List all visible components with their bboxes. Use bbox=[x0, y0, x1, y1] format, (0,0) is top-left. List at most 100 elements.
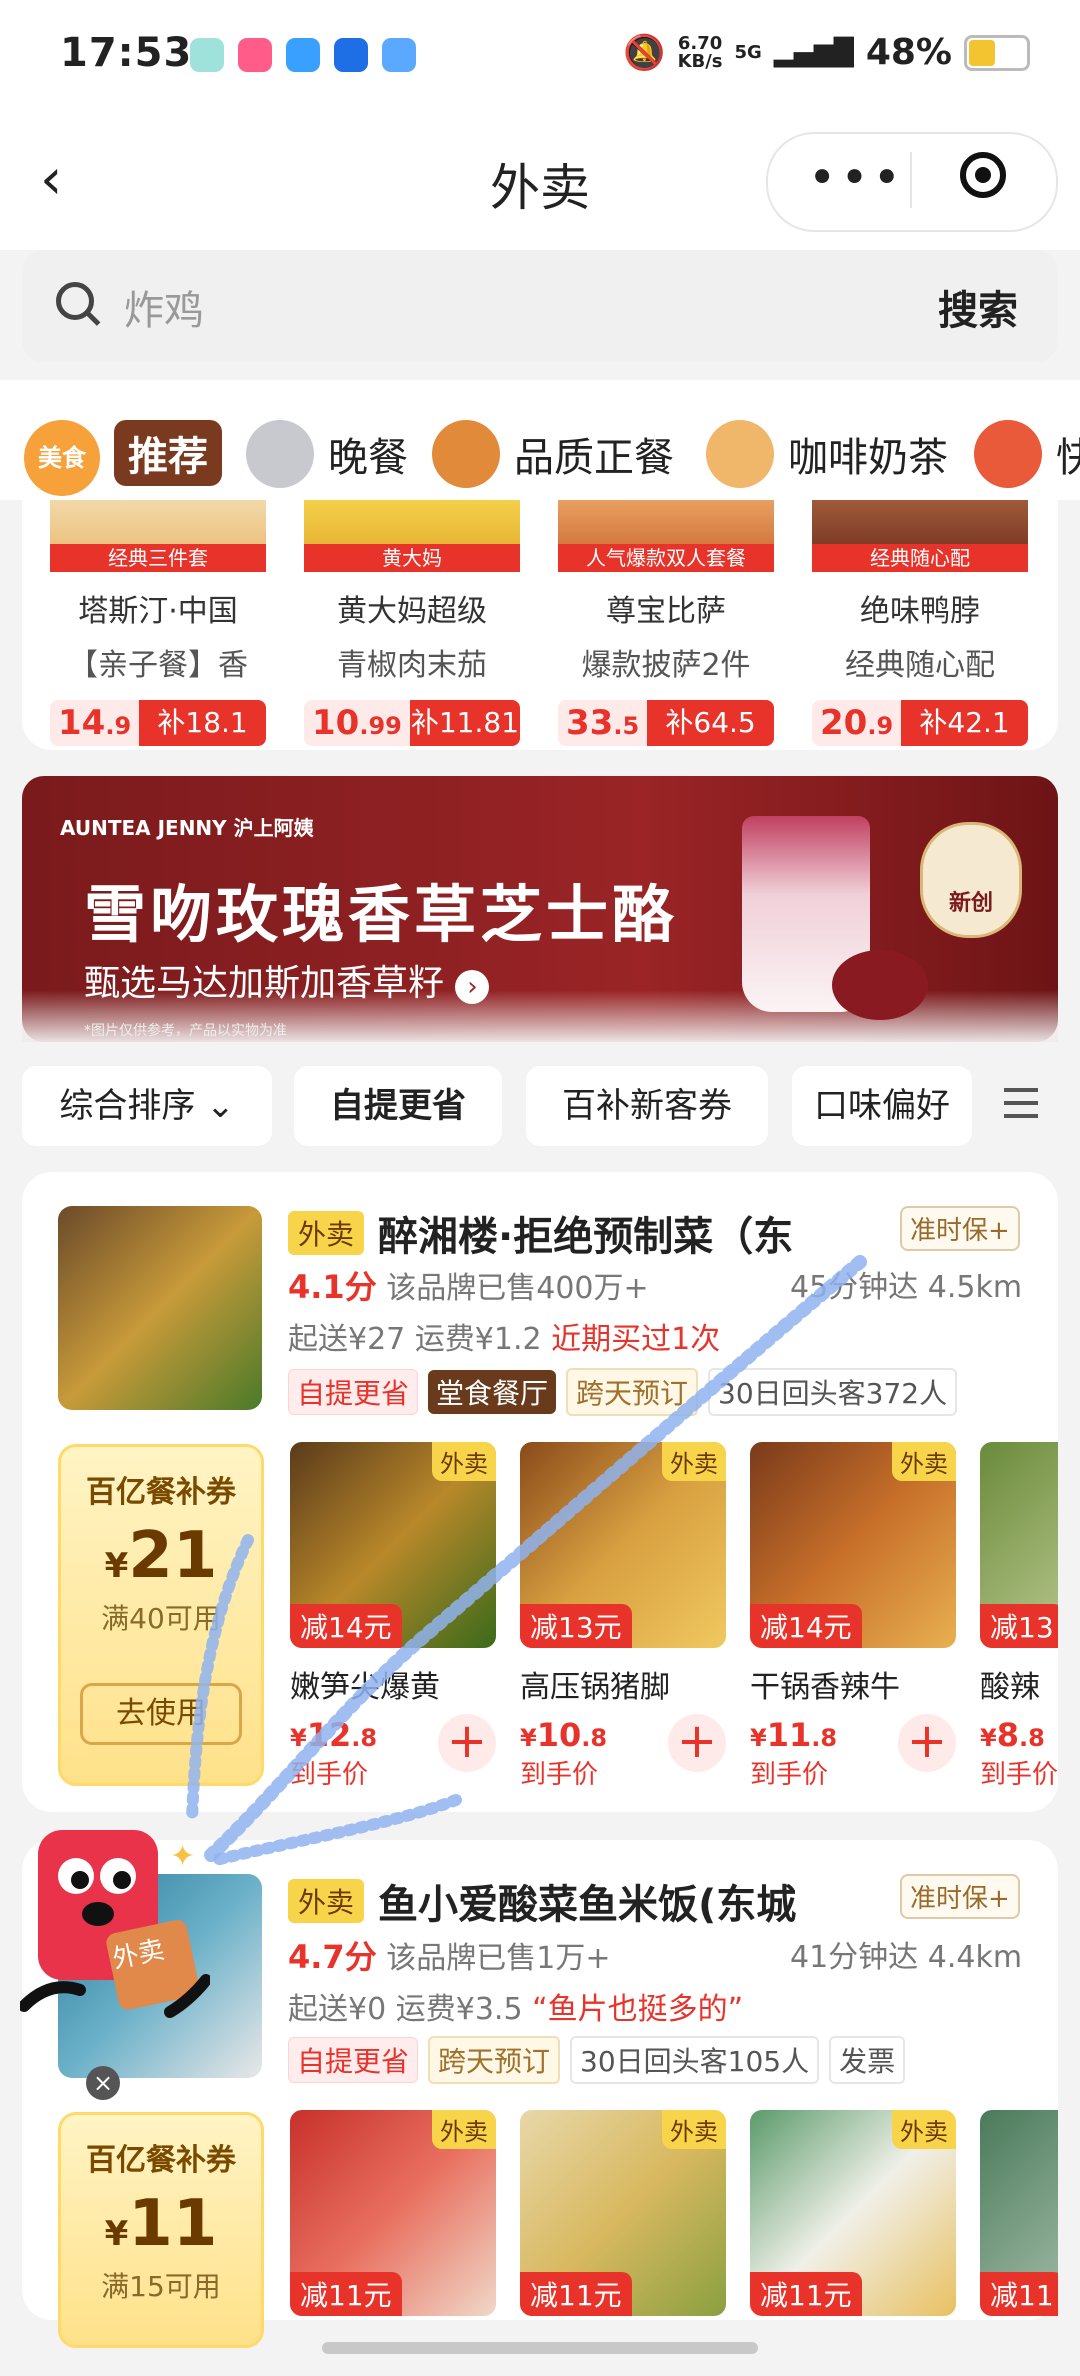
product-price: 10.99 补11.81 bbox=[304, 700, 520, 746]
coupon-value: 11 bbox=[128, 2187, 218, 2261]
add-to-cart-button[interactable]: + bbox=[898, 1714, 956, 1772]
price-decimal: .9 bbox=[867, 712, 894, 740]
product-name: 绝味鸭脖 bbox=[860, 594, 980, 629]
banner-brand: AUNTEA JENNY 沪上阿姨 bbox=[60, 816, 314, 840]
product-card[interactable]: 经典三件套 塔斯汀·中国 【亲子餐】香 14.9 补18.1 bbox=[50, 500, 266, 746]
status-time: 17:53 bbox=[60, 30, 193, 76]
min-order: 起送¥27 bbox=[288, 1322, 406, 1357]
price-value: 10.99 bbox=[304, 700, 410, 746]
store-meta: 4.1分 该品牌已售400万+ bbox=[288, 1262, 649, 1308]
search-input[interactable]: 炸鸡 bbox=[124, 278, 204, 336]
delivery-badge: 外卖 bbox=[432, 2110, 496, 2149]
category-label: 咖啡奶茶 bbox=[788, 435, 948, 481]
category-fast[interactable]: 快 bbox=[974, 420, 1080, 488]
price-integer: 8 bbox=[996, 1716, 1019, 1754]
tag: 跨天预订 bbox=[428, 2036, 561, 2084]
filter-new-coupon[interactable]: 百补新客券 bbox=[526, 1066, 768, 1146]
mute-icon: 🔕 bbox=[623, 32, 666, 73]
banner-title: 雪吻玫瑰香草芝士酪 bbox=[84, 878, 679, 951]
product-image: 经典随心配 bbox=[812, 500, 1028, 572]
coupon-card[interactable]: 百亿餐补券 ¥11 满15可用 bbox=[58, 2112, 264, 2348]
add-to-cart-button[interactable]: + bbox=[668, 1714, 726, 1772]
discount-badge: 减11元 bbox=[750, 2272, 862, 2316]
dish-price: ¥8.8 bbox=[980, 1716, 1045, 1754]
category-quality-meal[interactable]: 品质正餐 bbox=[432, 420, 674, 488]
dish-image: 外卖减11元 bbox=[750, 2110, 956, 2316]
product-image: 人气爆款双人套餐 bbox=[558, 500, 774, 572]
coupon-title: 百亿餐补券 bbox=[86, 2143, 236, 2178]
category-label: 品质正餐 bbox=[514, 435, 674, 481]
coupon-condition: 满40可用 bbox=[101, 1602, 221, 1635]
category-dinner[interactable]: 晚餐 bbox=[246, 420, 408, 488]
store-name: 醉湘楼·拒绝预制菜（东 bbox=[378, 1214, 794, 1260]
category-coffee-tea[interactable]: 咖啡奶茶 bbox=[706, 420, 948, 488]
store-highlight: 近期买过1次 bbox=[551, 1322, 721, 1357]
dish-card[interactable]: 外卖减11元 bbox=[290, 2110, 496, 2316]
subsidy-badge: 补42.1 bbox=[901, 700, 1028, 746]
tag: 自提更省 bbox=[288, 1369, 419, 1415]
dish-image: 外卖 减11元 bbox=[520, 2110, 726, 2316]
price-integer: 14 bbox=[58, 703, 106, 743]
price-integer: 12 bbox=[306, 1716, 352, 1754]
delivery-badge: 外卖 bbox=[892, 2110, 956, 2149]
delivery-badge: 外卖 bbox=[288, 1211, 365, 1255]
eta-text: 45分钟达 bbox=[790, 1270, 919, 1305]
new-badge-label: 新创 bbox=[948, 891, 993, 916]
home-indicator[interactable] bbox=[322, 2342, 758, 2354]
category-food[interactable]: 美食 bbox=[24, 420, 100, 496]
app-icon bbox=[334, 38, 368, 72]
use-coupon-button[interactable]: 去使用 bbox=[80, 1683, 242, 1745]
dish-image: 外卖 减14元 bbox=[290, 1442, 496, 1648]
signal-icon: ▂▄▆█ bbox=[773, 37, 854, 68]
store-tags: 自提更省 跨天预订 30日回头客105人 发票 bbox=[288, 2036, 915, 2084]
telegram-icon bbox=[286, 38, 320, 72]
price-decimal: .8 bbox=[581, 1724, 608, 1752]
filter-taste[interactable]: 口味偏好 bbox=[792, 1066, 972, 1146]
price-decimal: .8 bbox=[1018, 1724, 1045, 1752]
more-icon[interactable]: ••• bbox=[808, 150, 905, 206]
menu-icon[interactable] bbox=[1004, 1088, 1038, 1118]
search-icon bbox=[56, 282, 94, 320]
search-button[interactable]: 搜索 bbox=[938, 278, 1018, 336]
delivery-fee: 运费¥3.5 bbox=[395, 1992, 523, 2027]
dish-image: 外卖 减13元 bbox=[520, 1442, 726, 1648]
dish-card[interactable]: 外卖减11元 bbox=[750, 2110, 956, 2316]
tag: 30日回头客105人 bbox=[570, 2036, 820, 2084]
filter-pickup[interactable]: 自提更省 bbox=[294, 1066, 502, 1146]
product-tag: 经典随心配 bbox=[812, 544, 1028, 572]
target-icon[interactable] bbox=[960, 152, 1006, 198]
rose-image bbox=[832, 950, 928, 1020]
distance-text: 4.5km bbox=[927, 1270, 1023, 1305]
tag: 堂食餐厅 bbox=[428, 1370, 557, 1414]
product-name: 塔斯汀·中国 bbox=[78, 594, 238, 629]
product-card[interactable]: 经典随心配 绝味鸭脖 经典随心配 20.9 补42.1 bbox=[812, 500, 1028, 746]
mascot-icon[interactable] bbox=[20, 1830, 210, 2020]
dish-name: 酸辣 bbox=[980, 1670, 1040, 1705]
product-desc: 爆款披萨2件 bbox=[581, 648, 751, 683]
category-label: 推荐 bbox=[114, 420, 222, 486]
price-note: 到手价 bbox=[980, 1760, 1058, 1790]
price-decimal: .8 bbox=[351, 1724, 378, 1752]
app-icon bbox=[190, 38, 224, 72]
battery-text: 48% bbox=[865, 32, 952, 73]
coupon-currency: ¥ bbox=[104, 2214, 129, 2254]
price-value: 20.9 bbox=[812, 700, 902, 746]
add-to-cart-button[interactable]: + bbox=[438, 1714, 496, 1772]
meal-icon bbox=[432, 420, 500, 488]
sort-dropdown[interactable]: 综合排序 ⌄ bbox=[22, 1066, 272, 1146]
product-card[interactable]: 人气爆款双人套餐 尊宝比萨 爆款披萨2件 33.5 补64.5 bbox=[558, 500, 774, 746]
fast-icon bbox=[974, 420, 1042, 488]
coupon-card[interactable]: 百亿餐补券 ¥21 满40可用 去使用 bbox=[58, 1444, 264, 1786]
category-recommend[interactable]: 推荐 bbox=[114, 420, 222, 486]
arrow-right-icon: › bbox=[455, 970, 490, 1004]
discount-badge: 减11元 bbox=[290, 2272, 402, 2316]
dish-card[interactable]: 外卖 减11元 bbox=[520, 2110, 726, 2316]
product-card[interactable]: 黄大妈 黄大妈超级 青椒肉末茄 10.99 补11.81 bbox=[304, 500, 520, 746]
close-icon[interactable]: × bbox=[86, 2066, 120, 2100]
dish-card[interactable]: 减11 bbox=[980, 2110, 1058, 2316]
dish-card[interactable]: 减13 酸辣 ¥8.8 到手价 bbox=[980, 1442, 1058, 1791]
file-icon bbox=[382, 38, 416, 72]
ontime-badge: 准时保+ bbox=[900, 1206, 1020, 1251]
product-desc: 经典随心配 bbox=[845, 648, 995, 683]
price-integer: 10 bbox=[312, 703, 360, 743]
